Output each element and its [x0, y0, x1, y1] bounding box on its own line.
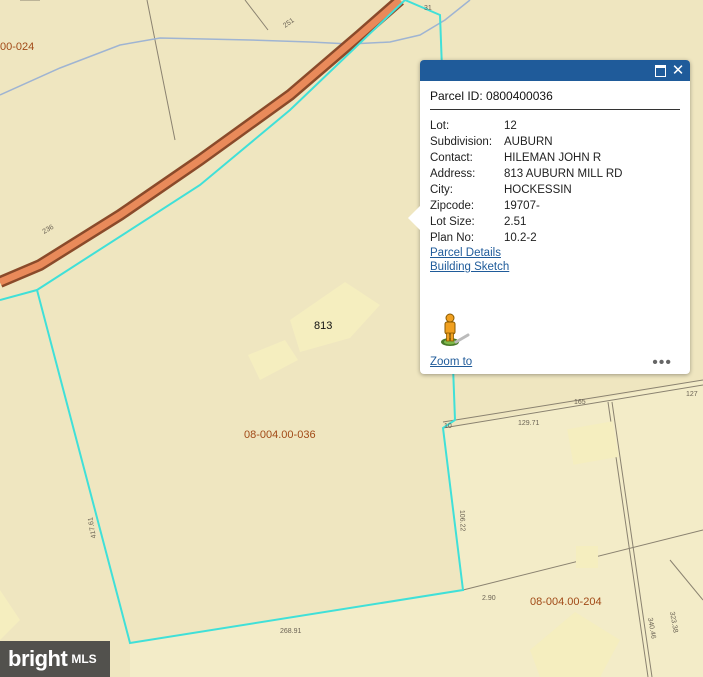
attr-row-zipcode: Zipcode: 19707-	[430, 198, 680, 214]
dim-south-side: 268.91	[280, 628, 302, 635]
attr-row-lot: Lot: 12	[430, 118, 680, 134]
close-icon[interactable]: ✕	[670, 62, 686, 78]
zoom-to-link[interactable]: Zoom to	[430, 356, 472, 368]
attr-row-city: City: HOCKESSIN	[430, 182, 680, 198]
popup-titlebar: ✕	[420, 60, 690, 81]
stream-line	[0, 0, 471, 96]
attr-key: Lot Size:	[430, 216, 475, 228]
attr-value: AUBURN	[504, 136, 553, 148]
attr-key: Address:	[430, 168, 476, 180]
dim-right-edge: 129.71	[518, 420, 540, 427]
parcel-info-popup: ✕ Parcel ID: 0800400036 Lot: 12 Subdivis…	[408, 60, 690, 374]
maximize-icon[interactable]	[652, 62, 668, 78]
watermark-brand: bright	[8, 646, 68, 671]
attr-value: 12	[504, 120, 517, 132]
house-number-label: 813	[314, 320, 333, 332]
dim-west-side: 417.61	[87, 516, 98, 538]
parcel-label-top-left: 00-024	[0, 41, 35, 53]
parcel-label-main: 08-004.00-036	[244, 429, 316, 441]
dim-right-far: 127	[686, 391, 698, 398]
left-building	[0, 590, 20, 640]
attr-value: HILEMAN JOHN R	[504, 152, 602, 164]
attr-row-plan-no: Plan No: 10.2-2	[430, 230, 680, 246]
attr-key: Zipcode:	[430, 200, 475, 212]
attr-key: Subdivision:	[430, 136, 493, 148]
dim-road-left: 236	[42, 224, 56, 236]
brand-watermark: bright MLS	[0, 641, 110, 677]
parcel-label-neighbor: 08-004.00-204	[530, 596, 602, 608]
attr-row-subdivision: Subdivision: AUBURN	[430, 134, 680, 150]
garage-building	[248, 340, 298, 380]
attr-row-lot-size: Lot Size: 2.51	[430, 214, 680, 230]
dim-corner-top: 31	[424, 5, 432, 12]
pegman-icon[interactable]	[438, 313, 472, 349]
attr-key: Contact:	[430, 152, 473, 164]
dim-right-top: 165	[574, 399, 586, 406]
popup-body: Parcel ID: 0800400036 Lot: 12 Subdivisio…	[420, 81, 690, 346]
house-building	[290, 282, 380, 352]
dim-road-top: 251	[282, 17, 296, 29]
attr-key: Lot:	[430, 120, 450, 132]
attr-value: 19707-	[504, 200, 540, 212]
attr-value: 10.2-2	[504, 232, 537, 244]
attr-value: 813 AUBURN MILL RD	[504, 168, 623, 180]
attr-value: 2.51	[504, 216, 527, 228]
dim-corner-south: 2.90	[482, 595, 496, 602]
attr-value: HOCKESSIN	[504, 184, 572, 196]
attr-key: City:	[430, 184, 453, 196]
popup-title: Parcel ID: 0800400036	[430, 89, 680, 110]
more-icon[interactable]: •••	[652, 355, 672, 371]
dim-corner-right: 10	[444, 423, 452, 430]
dim-east-side: 106.22	[458, 510, 466, 532]
attr-row-contact: Contact: HILEMAN JOHN R	[430, 150, 680, 166]
parcel-details-link[interactable]: Parcel Details	[430, 246, 680, 260]
attr-key: Plan No:	[430, 232, 475, 244]
selected-parcel[interactable]	[35, 0, 465, 645]
auburn-mill-road	[0, 0, 404, 288]
attr-row-address: Address: 813 AUBURN MILL RD	[430, 166, 680, 182]
small-building	[576, 546, 598, 568]
building-sketch-link[interactable]: Building Sketch	[430, 260, 680, 274]
watermark-suffix: MLS	[71, 652, 97, 666]
